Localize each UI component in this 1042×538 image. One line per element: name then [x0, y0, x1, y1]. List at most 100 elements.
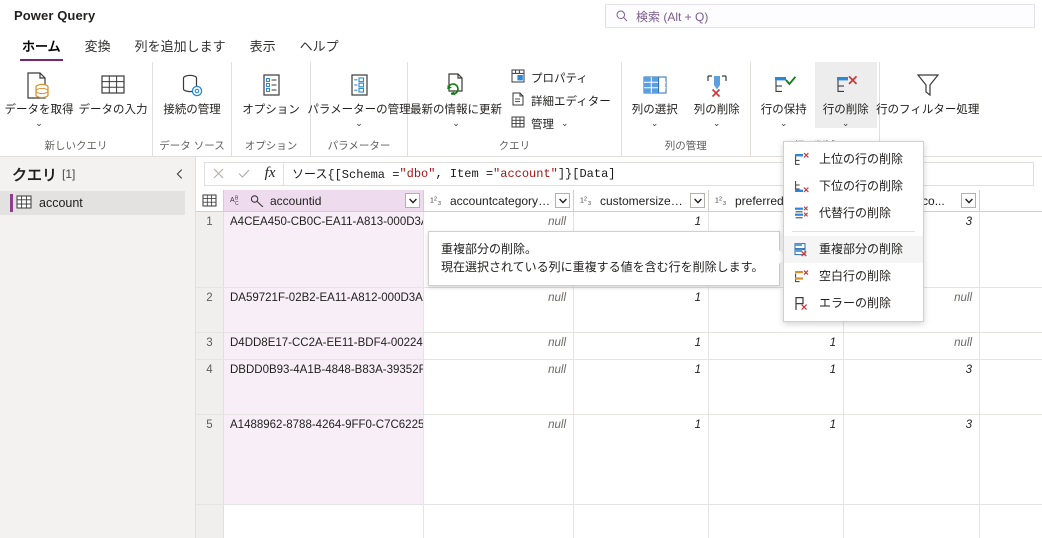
svg-text:2: 2 [584, 196, 587, 202]
chevron-down-icon[interactable]: ⌄ [713, 119, 721, 128]
enter-data-icon [97, 69, 129, 103]
get-data-icon [22, 69, 56, 103]
accept-button[interactable] [231, 163, 257, 185]
queries-pane-header: クエリ [1] [0, 157, 195, 191]
formula-part-0: ソース{[Schema = [292, 168, 400, 182]
fx-button[interactable]: fx [257, 163, 283, 185]
enter-data-button[interactable]: データの入力 [76, 62, 150, 117]
column-header-accountid[interactable]: A B C accountid [224, 190, 424, 211]
column-filter-button[interactable] [405, 193, 420, 208]
123-type-icon: 1 2 3 [430, 194, 446, 208]
menu-item-remove-top-rows[interactable]: 上位の行の削除 [784, 146, 923, 173]
chevron-down-icon[interactable]: ⌄ [35, 119, 43, 128]
tab-help[interactable]: ヘルプ [288, 33, 351, 62]
ribbon-group-label-manage-columns: 列の管理 [664, 140, 707, 152]
cell-blank [709, 505, 844, 538]
choose-columns-icon [639, 69, 671, 103]
menu-item-remove-blank-rows[interactable]: 空白行の削除 [784, 263, 923, 290]
cell-customersizecode[interactable]: 1 [574, 333, 709, 359]
cell-accountcategorycode[interactable]: null [424, 288, 574, 332]
filter-rows-button[interactable]: 行のフィルター処理 [876, 62, 979, 117]
chevron-down-icon[interactable]: ⌄ [355, 119, 363, 128]
chevron-left-icon[interactable] [173, 167, 187, 181]
table-icon [16, 195, 32, 212]
manage-parameters-button[interactable]: パラメーターの管理 ⌄ [307, 62, 411, 128]
cell-accountid[interactable]: DA59721F-02B2-EA11-A812-000D3A... [224, 288, 424, 332]
remove-rows-button[interactable]: 行の削除 ⌄ [814, 62, 877, 128]
tab-add-column[interactable]: 列を追加します [123, 33, 238, 62]
menu-item-label: 空白行の削除 [819, 269, 892, 283]
tab-home[interactable]: ホーム [10, 33, 73, 62]
column-header-accountcategorycode[interactable]: 1 2 3 accountcategoryco... [424, 190, 574, 211]
cell-accountid[interactable]: A4CEA450-CB0C-EA11-A813-000D3A... [224, 212, 424, 287]
cell-customersizecode[interactable]: 1 [574, 288, 709, 332]
ribbon-tabs: ホーム 変換 列を追加します 表示 ヘルプ [0, 32, 1042, 62]
options-icon [256, 69, 286, 103]
get-data-button[interactable]: データを取得 ⌄ [2, 62, 76, 128]
tab-transform[interactable]: 変換 [73, 33, 123, 62]
menu-item-remove-errors[interactable]: エラーの削除 [784, 290, 923, 317]
properties-button[interactable]: プロパティ [508, 67, 617, 88]
cancel-button[interactable] [205, 163, 231, 185]
cell-accountcategorycode[interactable]: null [424, 360, 574, 414]
column-filter-button[interactable] [690, 193, 705, 208]
search-input[interactable]: 検索 (Alt + Q) [605, 4, 1035, 28]
filter-rows-label: 行のフィルター処理 [876, 104, 980, 116]
advanced-editor-button[interactable]: 詳細エディター [508, 90, 617, 111]
table-row[interactable]: 4 DBDD0B93-4A1B-4848-B83A-39352F... null… [196, 360, 1042, 415]
cell-preferredcontact[interactable]: 1 [709, 360, 844, 414]
cell-customersizecode[interactable]: 1 [574, 360, 709, 414]
options-button[interactable]: オプション [234, 62, 308, 117]
keep-rows-button[interactable]: 行の保持 ⌄ [753, 62, 815, 128]
ribbon-group-label-query: クエリ [498, 140, 531, 152]
refresh-button[interactable]: 最新の情報に更新 ⌄ [410, 62, 502, 128]
chevron-down-icon[interactable]: ⌄ [452, 119, 460, 128]
enter-data-label: データの入力 [78, 104, 148, 116]
cell-customersizecode[interactable]: 1 [574, 415, 709, 504]
chevron-down-icon[interactable]: ⌄ [780, 119, 788, 128]
cell-preferredcontact[interactable]: 1 [709, 333, 844, 359]
tab-view[interactable]: 表示 [238, 33, 288, 62]
row-number: 5 [196, 415, 224, 504]
cell-accountcategorycode[interactable]: null [424, 333, 574, 359]
sidebar-item-account[interactable]: account [0, 191, 185, 215]
cell-blank [424, 505, 574, 538]
select-all-table-icon[interactable] [196, 190, 224, 211]
menu-item-remove-alternate-rows[interactable]: 代替行の削除 [784, 200, 923, 227]
chevron-down-icon[interactable]: ⌄ [561, 118, 569, 129]
search-placeholder: 検索 (Alt + Q) [636, 9, 709, 24]
menu-item-label: 下位の行の削除 [819, 179, 904, 193]
refresh-icon [440, 69, 472, 103]
manage-button[interactable]: 管理 ⌄ [508, 113, 617, 134]
column-filter-button[interactable] [961, 193, 976, 208]
cell-customertypecode[interactable]: 3 [844, 360, 980, 414]
column-header-label: customersizecode [600, 193, 686, 208]
manage-connections-button[interactable]: 接続の管理 [155, 62, 229, 117]
table-row[interactable]: 5 A1488962-8788-4264-9FF0-C7C6225... nul… [196, 415, 1042, 505]
cell-accountcategorycode[interactable]: null [424, 415, 574, 504]
123-type-icon: 1 2 3 [580, 194, 596, 208]
cell-customertypecode[interactable]: null [844, 333, 980, 359]
column-filter-button[interactable] [555, 193, 570, 208]
menu-item-remove-duplicates[interactable]: 重複部分の削除 [784, 236, 923, 263]
properties-label: プロパティ [531, 72, 588, 85]
cell-preferredcontact[interactable]: 1 [709, 415, 844, 504]
remove-columns-button[interactable]: 列の削除 ⌄ [686, 62, 748, 128]
choose-columns-button[interactable]: 列の選択 ⌄ [624, 62, 686, 128]
cell-accountid[interactable]: DBDD0B93-4A1B-4848-B83A-39352F... [224, 360, 424, 414]
table-row[interactable]: 3 D4DD8E17-CC2A-EE11-BDF4-002248... null… [196, 333, 1042, 360]
remove-errors-icon [793, 295, 810, 312]
remove-duplicates-icon [793, 241, 810, 258]
chevron-down-icon[interactable]: ⌄ [651, 119, 659, 128]
svg-text:3: 3 [723, 201, 726, 207]
column-header-customersizecode[interactable]: 1 2 3 customersizecode [574, 190, 709, 211]
chevron-down-icon[interactable]: ⌄ [842, 119, 850, 128]
cell-accountid[interactable]: A1488962-8788-4264-9FF0-C7C6225... [224, 415, 424, 504]
ribbon-group-label-new-query: 新しいクエリ [44, 140, 108, 152]
cell-accountid[interactable]: D4DD8E17-CC2A-EE11-BDF4-002248... [224, 333, 424, 359]
menu-item-remove-bottom-rows[interactable]: 下位の行の削除 [784, 173, 923, 200]
cell-customertypecode[interactable]: 3 [844, 415, 980, 504]
123-type-icon: 1 2 3 [715, 194, 731, 208]
sidebar-item-label: account [39, 196, 83, 210]
title-bar: Power Query 検索 (Alt + Q) [0, 0, 1042, 32]
